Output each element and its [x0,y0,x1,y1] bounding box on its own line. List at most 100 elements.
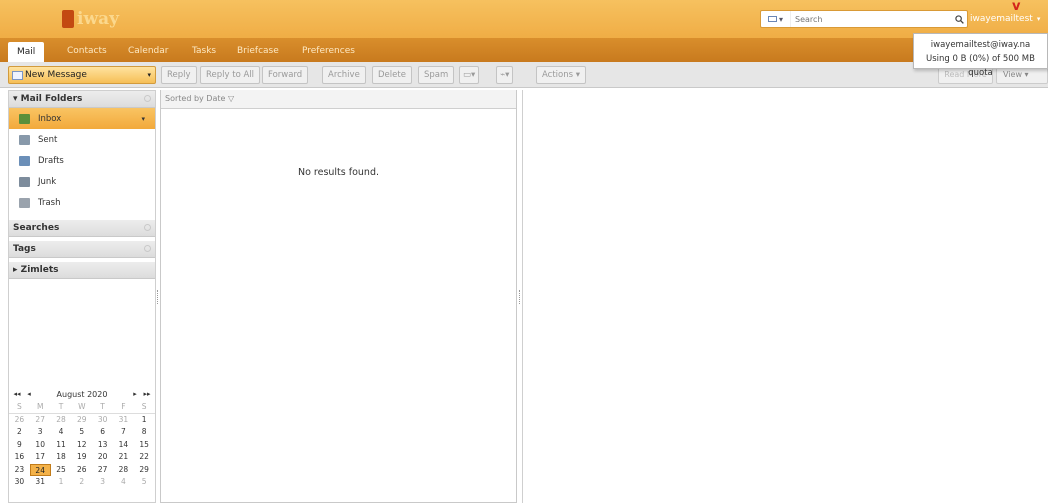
new-message-button[interactable]: New Message ▾ [8,66,156,84]
calendar-day[interactable]: 1 [134,414,155,427]
sidebar-item-drafts[interactable]: Drafts [9,150,155,171]
calendar-day[interactable]: 19 [71,451,92,464]
folder-label: Drafts [38,155,64,166]
message-list-pane: Sorted by Date ▽ No results found. [160,90,517,503]
chevron-down-icon[interactable]: ▾ [147,71,151,79]
sidebar-item-trash[interactable]: Trash [9,192,155,213]
calendar-day[interactable]: 5 [134,476,155,489]
forward-button[interactable]: Forward [262,66,309,84]
delete-button[interactable]: Delete [372,66,412,84]
calendar-day[interactable]: 9 [9,439,30,452]
tab-mail[interactable]: Mail [8,42,45,62]
searches-header[interactable]: Searches [9,220,155,237]
tab-preferences[interactable]: Preferences [302,43,355,62]
spam-button[interactable]: Spam [418,66,455,84]
calendar-day[interactable]: 11 [51,439,72,452]
calendar-weekday-row: S M T W T F S [9,401,155,414]
zimlets-header[interactable]: ▸ Zimlets [9,262,155,279]
expand-arrow-icon[interactable]: ▸ [13,265,18,275]
next-month-icon[interactable]: ▸ [129,390,141,398]
calendar-day[interactable]: 20 [92,451,113,464]
calendar-day[interactable]: 28 [113,464,134,477]
gear-icon[interactable] [144,245,151,252]
reading-pane-splitter[interactable] [519,290,521,304]
calendar-day[interactable]: 23 [9,464,30,477]
calendar-day[interactable]: 29 [134,464,155,477]
calendar-day[interactable]: 6 [92,426,113,439]
reading-pane [522,90,1048,503]
tab-contacts[interactable]: Contacts [67,43,107,62]
calendar-day[interactable]: 21 [113,451,134,464]
calendar-day[interactable]: 4 [113,476,134,489]
folder-label: Junk [38,176,57,187]
calendar-day[interactable]: 8 [134,426,155,439]
tab-tasks[interactable]: Tasks [192,43,216,62]
prev-year-icon[interactable]: ◂◂ [11,390,23,398]
calendar-day[interactable]: 22 [134,451,155,464]
calendar-day[interactable]: 30 [92,414,113,427]
search-input[interactable] [791,11,951,27]
sort-header[interactable]: Sorted by Date ▽ [161,90,516,109]
calendar-day[interactable]: 17 [30,451,51,464]
tag-button[interactable]: ⌁▾ [496,66,514,84]
calendar-week-row: 9 10 11 12 13 14 15 [9,439,155,452]
calendar-day[interactable]: 26 [9,414,30,427]
tab-briefcase[interactable]: Briefcase [237,43,279,62]
user-name: iwayemailtest [970,14,1033,24]
calendar-day[interactable]: 26 [71,464,92,477]
calendar-day[interactable]: 5 [71,426,92,439]
calendar-day[interactable]: 28 [51,414,72,427]
tags-header[interactable]: Tags [9,241,155,258]
calendar-day[interactable]: 29 [71,414,92,427]
calendar-day[interactable]: 18 [51,451,72,464]
weekday-label: T [92,401,113,414]
collapse-arrow-icon[interactable]: ▾ [13,94,18,104]
calendar-day[interactable]: 16 [9,451,30,464]
archive-button[interactable]: Archive [322,66,366,84]
calendar-day[interactable]: 31 [113,414,134,427]
user-menu[interactable]: iwayemailtest ▾ [970,11,1040,27]
gear-icon[interactable] [144,224,151,231]
reply-all-button[interactable]: Reply to All [200,66,261,84]
calendar-grid: 26 27 28 29 30 31 1 2 3 4 5 6 7 8 9 10 11 12 13 14 15 16 17 18 1… [9,414,155,489]
move-button[interactable]: ▭▾ [459,66,480,84]
sidebar-splitter[interactable] [157,290,159,304]
tags-label: Tags [13,244,36,254]
calendar-day[interactable]: 15 [134,439,155,452]
search-icon[interactable] [951,11,967,27]
actions-button[interactable]: Actions ▾ [536,66,587,84]
gear-icon[interactable] [144,95,151,102]
calendar-day[interactable]: 30 [9,476,30,489]
inbox-icon [19,113,30,124]
calendar-day[interactable]: 13 [92,439,113,452]
calendar-day[interactable]: 3 [30,426,51,439]
next-year-icon[interactable]: ▸▸ [141,390,153,398]
calendar-day[interactable]: 27 [92,464,113,477]
calendar-week-row: 16 17 18 19 20 21 22 [9,451,155,464]
calendar-day[interactable]: 12 [71,439,92,452]
tab-calendar[interactable]: Calendar [128,43,168,62]
calendar-day[interactable]: 4 [51,426,72,439]
calendar-day[interactable]: 14 [113,439,134,452]
calendar-day[interactable]: 25 [51,464,72,477]
mail-folders-header[interactable]: ▾ Mail Folders [9,91,155,108]
prev-month-icon[interactable]: ◂ [23,390,35,398]
calendar-day[interactable]: 2 [9,426,30,439]
reply-button[interactable]: Reply [161,66,197,84]
calendar-day[interactable]: 3 [92,476,113,489]
calendar-day[interactable]: 10 [30,439,51,452]
calendar-day[interactable]: 31 [30,476,51,489]
sidebar-item-sent[interactable]: Sent [9,129,155,150]
sidebar-item-inbox[interactable]: Inbox ▾ [9,108,155,129]
calendar-day[interactable]: 2 [71,476,92,489]
chevron-down-icon: ▾ [1036,15,1041,23]
mail-folders-label: Mail Folders [20,94,83,104]
calendar-day[interactable]: 7 [113,426,134,439]
search-type-selector[interactable]: ▾ [761,11,791,27]
quota-text: Using 0 B (0%) of 500 MB quota [926,54,1035,78]
sidebar-item-junk[interactable]: Junk [9,171,155,192]
calendar-day[interactable]: 1 [51,476,72,489]
calendar-day-today[interactable]: 24 [29,463,51,476]
chevron-down-icon[interactable]: ▾ [141,115,145,123]
calendar-day[interactable]: 27 [30,414,51,427]
